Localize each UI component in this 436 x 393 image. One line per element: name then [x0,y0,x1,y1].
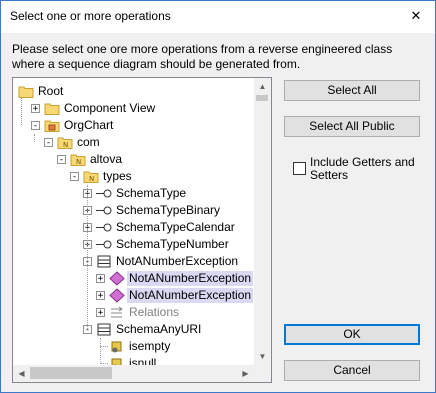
include-getters-setters-checkbox[interactable] [293,162,306,175]
interface-icon [96,237,112,252]
relations-icon [109,305,125,320]
tree-node-label: NotANumberException [116,254,239,268]
dialog-window: Select one or more operations ✕ Please s… [0,0,436,393]
instructions-text: Please select one ore more operations fr… [12,42,393,71]
namespace-folder-icon: N [70,152,86,167]
tree-node[interactable]: - SchemaAnyURI [13,321,254,338]
collapse-icon[interactable]: - [44,138,53,148]
collapse-icon[interactable]: - [57,155,66,165]
tree-node[interactable]: + SchemaTypeBinary [13,202,254,219]
tree-node-label: altova [90,152,123,166]
scroll-down-icon[interactable]: ▼ [254,348,271,365]
tree-node[interactable]: - Ncom [13,134,254,151]
interface-icon [96,186,112,201]
expand-icon[interactable]: + [96,274,105,284]
tree-node[interactable]: + NotANumberException [13,270,254,287]
collapse-icon[interactable]: - [70,172,79,182]
close-button[interactable]: ✕ [403,5,429,27]
tree-node-label: isempty [129,339,171,353]
tree-node-label: Root [38,84,64,98]
vertical-scroll-thumb[interactable] [256,95,268,101]
namespace-folder-icon: N [57,135,73,150]
operations-tree[interactable]: Root + Component View - OrgChart - Ncom - Naltov… [12,77,272,383]
class-icon [96,322,112,337]
interface-icon [96,220,112,235]
tree-node[interactable]: + SchemaTypeCalendar [13,219,254,236]
include-getters-setters-label: Include Getters and Setters [310,155,415,182]
namespace-folder-icon: N [83,169,99,184]
expand-icon[interactable]: + [96,291,105,301]
cancel-button[interactable]: Cancel [284,360,420,381]
horizontal-scroll-thumb[interactable] [30,367,112,379]
ok-button[interactable]: OK [284,324,420,345]
tree-node-label: NotANumberException [127,271,254,286]
collapse-icon[interactable]: - [31,121,40,131]
horizontal-scrollbar[interactable]: ◀ ▶ [13,365,254,382]
tree-connector [100,363,108,364]
tree-node-label: SchemaTypeCalendar [116,220,235,234]
operation-icon [109,271,125,286]
select-all-button[interactable]: Select All [284,80,420,101]
tree-node[interactable]: + SchemaTypeNumber [13,236,254,253]
tree-connector [100,346,108,347]
tree-node[interactable]: + NotANumberException [13,287,254,304]
tree-node-label: com [77,135,100,149]
tree-node[interactable]: - Naltova [13,151,254,168]
tree-node[interactable]: - NotANumberException [13,253,254,270]
tree-connector [21,98,22,125]
package-folder-icon [44,118,60,133]
svg-text:N: N [63,141,68,149]
vertical-scrollbar[interactable]: ▲ ▼ [254,78,271,365]
expand-icon[interactable]: + [31,104,40,114]
tree-node[interactable]: + Relations [13,304,254,321]
method-icon [109,339,125,354]
tree-node-label: SchemaTypeNumber [116,237,229,251]
tree-node-label: Relations [129,305,180,319]
tree-node[interactable]: - Ntypes [13,168,254,185]
operation-icon [109,288,125,303]
tree-node[interactable]: Root [13,83,254,100]
tree-node-label: SchemaTypeBinary [116,203,221,217]
tree-node-label: SchemaAnyURI [116,322,202,336]
tree-node[interactable]: isempty [13,338,254,355]
title-bar: Select one or more operations ✕ [1,1,435,33]
scroll-right-icon[interactable]: ▶ [237,365,254,382]
tree-connector [34,134,35,142]
select-all-public-button[interactable]: Select All Public [284,116,420,137]
scroll-left-icon[interactable]: ◀ [13,365,30,382]
dialog-title: Select one or more operations [10,9,171,23]
scroll-up-icon[interactable]: ▲ [254,78,271,95]
tree-node-label: Component View [64,101,156,115]
interface-icon [96,203,112,218]
tree-node-label: SchemaType [116,186,187,200]
svg-text:N: N [76,158,81,166]
tree-node[interactable]: + Component View [13,100,254,117]
tree-node-label: types [103,169,132,183]
expand-icon[interactable]: + [96,308,105,318]
tree-node-label: NotANumberException [127,288,254,303]
class-icon [96,254,112,269]
tree-node-label: OrgChart [64,118,114,132]
tree-node[interactable]: - OrgChart [13,117,254,134]
tree-connector [87,185,88,329]
scrollbar-corner [254,365,271,382]
tree-node[interactable]: + SchemaType [13,185,254,202]
folder-icon [44,101,60,116]
svg-text:N: N [89,175,94,183]
folder-icon [18,84,34,99]
